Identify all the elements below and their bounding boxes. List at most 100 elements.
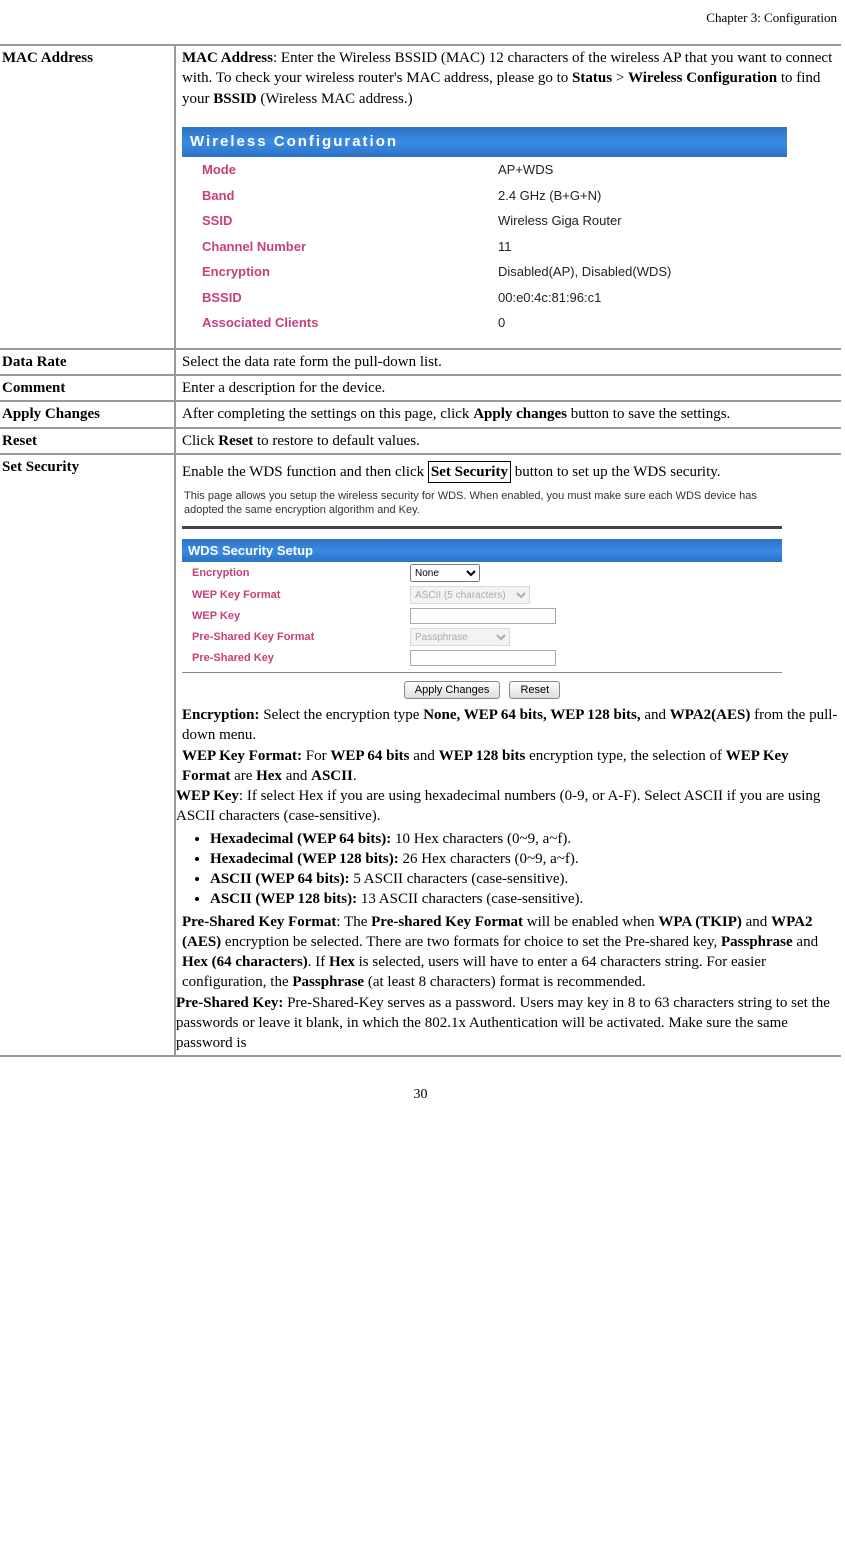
- wc-key: Mode: [182, 157, 490, 183]
- text: button to save the settings.: [567, 406, 730, 422]
- text: Enable the WDS function and then click: [182, 464, 428, 480]
- wc-val: 2.4 GHz (B+G+N): [490, 183, 787, 209]
- text-bssid: BSSID: [213, 91, 256, 107]
- wds-psk-input[interactable]: [410, 650, 556, 666]
- wds-wepformat-cell: ASCII (5 characters): [406, 584, 782, 606]
- text: None, WEP 64 bits, WEP 128 bits,: [423, 707, 640, 723]
- text: Passphrase: [721, 934, 793, 950]
- text: After completing the settings on this pa…: [182, 406, 473, 422]
- wc-key: Associated Clients: [182, 310, 490, 336]
- wireless-config-table: ModeAP+WDS Band2.4 GHz (B+G+N) SSIDWirel…: [182, 157, 787, 336]
- text: ASCII (WEP 64 bits):: [210, 871, 350, 887]
- text: WEP Key Format:: [182, 748, 302, 764]
- text: WEP 64 bits: [330, 748, 409, 764]
- wc-key: BSSID: [182, 285, 490, 311]
- text: 26 Hex characters (0~9, a~f).: [399, 851, 579, 867]
- text: WPA2(AES): [670, 707, 751, 723]
- page-number: 30: [0, 1057, 841, 1103]
- row-data-rate-desc: Select the data rate form the pull-down …: [175, 349, 841, 375]
- wc-key: SSID: [182, 208, 490, 234]
- text-apply-bold: Apply changes: [473, 406, 567, 422]
- text-wirelessconfig: Wireless Configuration: [628, 70, 777, 86]
- row-reset-label: Reset: [0, 428, 175, 454]
- text-reset-bold: Reset: [218, 433, 253, 449]
- row-apply-label: Apply Changes: [0, 401, 175, 427]
- wds-wepkey-input[interactable]: [410, 608, 556, 624]
- wds-wepkey-cell: [406, 606, 782, 626]
- set-security-box: Set Security: [428, 461, 511, 483]
- row-set-security-desc: Enable the WDS function and then click S…: [175, 454, 841, 1057]
- text-status: Status: [572, 70, 612, 86]
- text: : The: [336, 914, 371, 930]
- wds-form: Encryption None WEP Key Format: [182, 562, 782, 668]
- text: Pre-Shared Key:: [176, 995, 283, 1011]
- wds-wepformat-select: ASCII (5 characters): [410, 586, 530, 604]
- text: For: [302, 748, 330, 764]
- wds-header: WDS Security Setup: [182, 539, 782, 563]
- wc-key: Band: [182, 183, 490, 209]
- text: and: [282, 768, 311, 784]
- text: WEP 128 bits: [439, 748, 526, 764]
- row-mac-address-desc: MAC Address: Enter the Wireless BSSID (M…: [175, 45, 841, 349]
- wds-psk-label: Pre-Shared Key: [182, 648, 406, 668]
- text: encryption type, the selection of: [525, 748, 725, 764]
- text: encryption be selected. There are two fo…: [221, 934, 721, 950]
- wc-val: 0: [490, 310, 787, 336]
- text: Hexadecimal (WEP 128 bits):: [210, 851, 399, 867]
- text: : If select Hex if you are using hexadec…: [176, 788, 820, 824]
- text: will be enabled when: [523, 914, 658, 930]
- text: and: [742, 914, 771, 930]
- text: button to set up the WDS security.: [511, 464, 721, 480]
- text: Encryption:: [182, 707, 260, 723]
- text: (Wireless MAC address.): [257, 91, 413, 107]
- text: are: [230, 768, 256, 784]
- text: 10 Hex characters (0~9, a~f).: [391, 831, 571, 847]
- text: 5 ASCII characters (case-sensitive).: [350, 871, 569, 887]
- wep-key-bullets: Hexadecimal (WEP 64 bits): 10 Hex charac…: [186, 829, 839, 910]
- row-set-security-label: Set Security: [0, 454, 175, 1057]
- text: Passphrase: [292, 974, 364, 990]
- wds-wepkey-label: WEP Key: [182, 606, 406, 626]
- wireless-config-header: Wireless Configuration: [182, 127, 787, 157]
- text: and: [641, 707, 670, 723]
- apply-changes-button[interactable]: Apply Changes: [404, 681, 501, 699]
- wds-encryption-label: Encryption: [182, 562, 406, 584]
- reset-button[interactable]: Reset: [509, 681, 560, 699]
- text: .: [353, 768, 357, 784]
- text: Hex: [256, 768, 282, 784]
- row-apply-desc: After completing the settings on this pa…: [175, 401, 841, 427]
- wc-val: AP+WDS: [490, 157, 787, 183]
- text: WEP Key: [176, 788, 239, 804]
- list-item: Hexadecimal (WEP 64 bits): 10 Hex charac…: [210, 829, 839, 849]
- row-comment-desc: Enter a description for the device.: [175, 375, 841, 401]
- wds-psk-cell: [406, 648, 782, 668]
- text: ASCII (WEP 128 bits):: [210, 891, 357, 907]
- text: ASCII: [311, 768, 353, 784]
- text: Hex: [329, 954, 355, 970]
- encryption-paragraph: Encryption: Select the encryption type N…: [182, 705, 839, 746]
- text: Hexadecimal (WEP 64 bits):: [210, 831, 391, 847]
- wds-pskformat-cell: Passphrase: [406, 626, 782, 648]
- list-item: ASCII (WEP 128 bits): 13 ASCII character…: [210, 889, 839, 909]
- text: and: [793, 934, 818, 950]
- chapter-header: Chapter 3: Configuration: [0, 10, 841, 44]
- wc-val: Disabled(AP), Disabled(WDS): [490, 259, 787, 285]
- row-mac-address-label: MAC Address: [0, 45, 175, 349]
- row-comment-label: Comment: [0, 375, 175, 401]
- text: (at least 8 characters) format is recomm…: [364, 974, 646, 990]
- text: WPA (TKIP): [658, 914, 741, 930]
- wds-encryption-cell: None: [406, 562, 782, 584]
- wds-button-row: Apply Changes Reset: [182, 672, 782, 699]
- text: Select the encryption type: [260, 707, 424, 723]
- text: 13 ASCII characters (case-sensitive).: [357, 891, 583, 907]
- wds-encryption-select[interactable]: None: [410, 564, 480, 582]
- psk-format-paragraph: Pre-Shared Key Format: The Pre-shared Ke…: [182, 912, 839, 993]
- config-table: MAC Address MAC Address: Enter the Wirel…: [0, 44, 841, 1057]
- wc-key: Channel Number: [182, 234, 490, 260]
- wep-key-paragraph: WEP Key: If select Hex if you are using …: [176, 786, 839, 827]
- wds-pskformat-select: Passphrase: [410, 628, 510, 646]
- wc-val: 11: [490, 234, 787, 260]
- text: Pre-shared Key Format: [371, 914, 523, 930]
- list-item: ASCII (WEP 64 bits): 5 ASCII characters …: [210, 869, 839, 889]
- text: Hex (64 characters): [182, 954, 308, 970]
